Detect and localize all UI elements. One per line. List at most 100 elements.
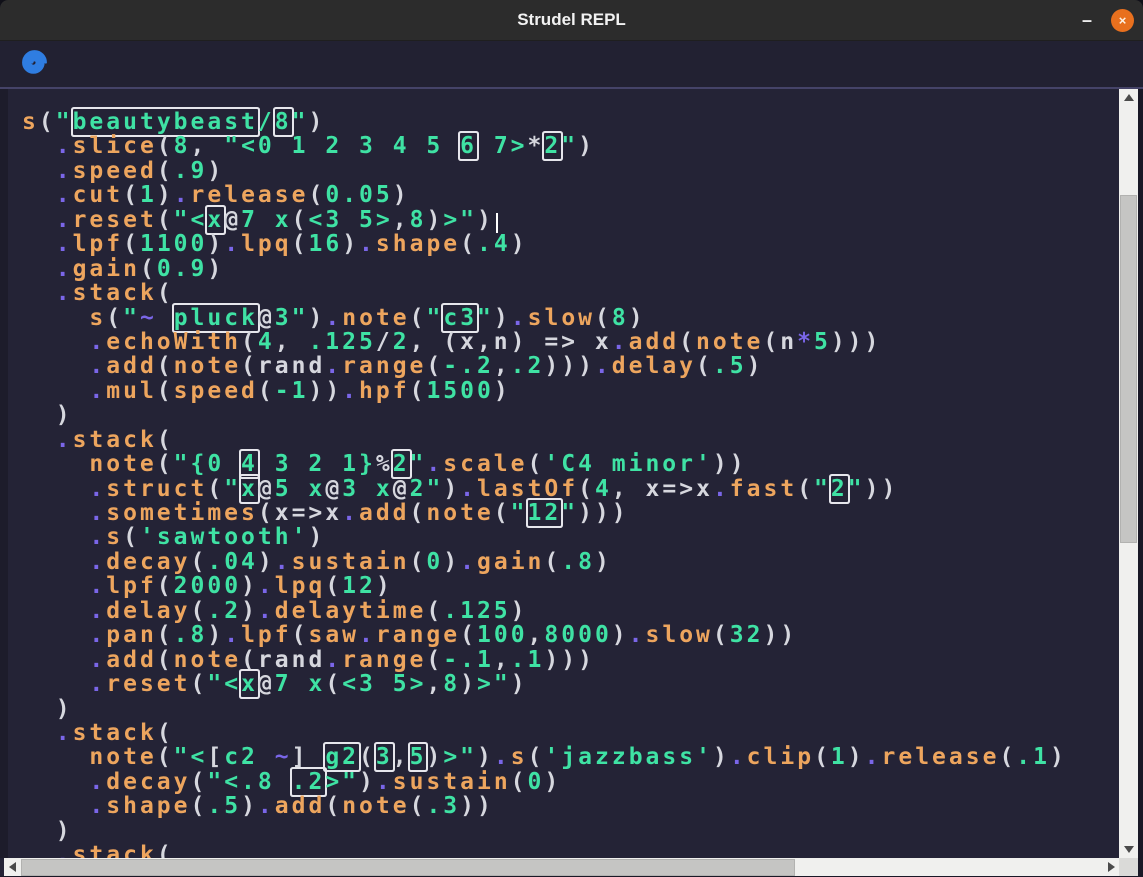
active-token-highlight: x [241,476,258,502]
close-button[interactable]: × [1111,9,1134,32]
arrow-right-icon [1108,862,1115,872]
code-token: clip [747,744,814,770]
code-line: .stack( [0,843,1067,858]
code-token: sometimes [106,500,258,526]
code-token [22,158,56,184]
code-token: ( [578,476,595,502]
code-token: ) [157,182,174,208]
code-token: . [460,549,477,575]
code-token: ( [157,451,174,477]
code-token: 16 [308,231,342,257]
code-token: ( [696,353,713,379]
vertical-scrollbar[interactable] [1119,89,1138,858]
code-token: ) [443,549,460,575]
code-token: lastOf [477,476,578,502]
code-token: cut [73,182,124,208]
code-token: lpq [241,231,292,257]
code-token: ( [157,158,174,184]
code-token: , [275,329,309,355]
code-token: ) [848,744,865,770]
scroll-up-button[interactable] [1119,89,1138,106]
code-token [22,647,89,673]
code-token: . [89,622,106,648]
code-token: . [460,476,477,502]
code-token: ) [207,622,224,648]
code-token: "< [207,671,241,697]
code-token: 1100 [140,231,207,257]
code-token: ( [191,769,208,795]
code-token: ( [713,622,730,648]
code-token: reset [73,207,157,233]
code-token: , x=>x [612,476,713,502]
code-token: ) [494,378,511,404]
code-token: . [494,744,511,770]
active-token-highlight: 2 [831,476,848,502]
code-token: ) [309,305,326,331]
code-token: ) [595,549,612,575]
code-token: .125 [443,598,510,624]
active-token-highlight: g2 [325,744,359,770]
code-token: ( [528,744,545,770]
code-token: . [56,182,73,208]
code-token: @ [258,671,275,697]
scrollbar-corner [1119,858,1138,876]
code-token [22,329,89,355]
code-token: sustain [393,769,511,795]
code-token: . [730,744,747,770]
scroll-down-button[interactable] [1119,841,1138,858]
code-editor[interactable]: s("beautybeast/8") .slice(8, "<0 1 2 3 4… [0,89,1119,858]
code-token: ) [443,476,460,502]
code-line: .shape(.5).add(note(.3)) [0,794,1067,818]
code-token: .3 [426,793,460,819]
code-token: lpf [106,573,157,599]
code-token: 5 x [275,476,326,502]
code-token: .04 [207,549,258,575]
code-token: 5 [814,329,831,355]
horizontal-scrollbar[interactable] [4,858,1119,876]
code-token: <3 5> [342,671,426,697]
code-token: @ [393,476,410,502]
title-bar[interactable]: Strudel REPL – × [0,0,1143,41]
code-token: 7 x [275,671,326,697]
horizontal-scrollbar-thumb[interactable] [21,859,795,876]
minimize-button[interactable]: – [1073,0,1101,40]
code-token [22,280,56,306]
active-token-highlight: 2 [393,451,410,477]
code-token: 2000 [174,573,241,599]
scroll-left-button[interactable] [4,858,20,876]
active-token-highlight: c3 [443,305,477,331]
scroll-right-button[interactable] [1103,858,1119,876]
vertical-scrollbar-thumb[interactable] [1120,195,1137,543]
code-token: speed [174,378,258,404]
code-token: ( [410,549,427,575]
code-token [22,720,56,746]
code-token: c2 [224,744,275,770]
code-token: ( [106,305,123,331]
code-token [308,744,325,770]
code-token: . [89,476,106,502]
code-token [22,353,89,379]
code-content: s("beautybeast/8") .slice(8, "<0 1 2 3 4… [0,110,1067,858]
code-token: ( [325,573,342,599]
code-token: "< [174,207,208,233]
code-token: . [56,842,73,858]
code-token: ) [258,549,275,575]
code-token: ) [494,305,511,331]
code-token [22,207,56,233]
code-token: add [106,647,157,673]
code-token: ( [814,744,831,770]
active-token-highlight: beautybeast [73,109,258,135]
code-token: hpf [359,378,410,404]
code-token: 0.9 [157,256,208,282]
code-token: .125 [308,329,375,355]
code-token: 2 [393,329,410,355]
active-token-highlight: 6 [460,133,477,159]
active-token-highlight: 4 [241,451,258,477]
code-token: ( [123,524,140,550]
code-token: [ [207,744,224,770]
code-token: note [426,500,493,526]
code-line: ) [0,819,1067,843]
code-token: ( [325,793,342,819]
code-token: (x=>x [258,500,342,526]
code-token: saw [308,622,359,648]
